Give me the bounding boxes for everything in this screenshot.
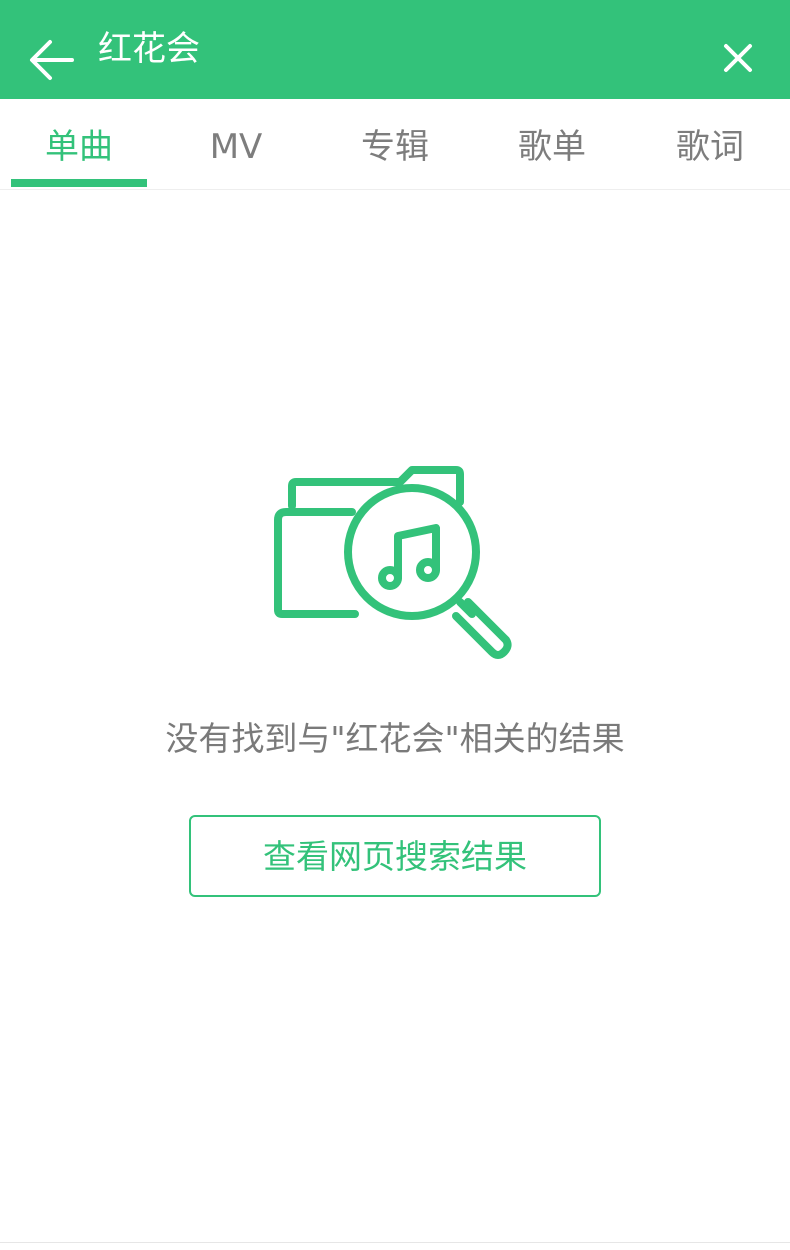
tab-albums[interactable]: 专辑 — [327, 99, 463, 187]
bottom-divider — [0, 1242, 790, 1243]
tab-playlists[interactable]: 歌单 — [484, 99, 620, 187]
result-tabs: 单曲 MV 专辑 歌单 歌词 — [0, 99, 790, 190]
arrow-left-icon — [30, 40, 74, 80]
no-results-message: 没有找到与"红花会"相关的结果 — [165, 719, 625, 758]
tab-mv[interactable]: MV — [168, 99, 304, 187]
tab-songs[interactable]: 单曲 — [11, 99, 147, 187]
close-icon — [724, 44, 752, 72]
top-bar: 红花会 — [0, 0, 790, 99]
search-query-title: 红花会 — [98, 29, 200, 69]
close-button[interactable] — [708, 28, 768, 88]
back-button[interactable] — [20, 24, 84, 88]
active-tab-indicator — [11, 179, 147, 187]
tab-lyrics[interactable]: 歌词 — [642, 99, 778, 187]
music-folder-search-icon — [270, 462, 520, 662]
web-search-results-button[interactable]: 查看网页搜索结果 — [189, 815, 601, 897]
